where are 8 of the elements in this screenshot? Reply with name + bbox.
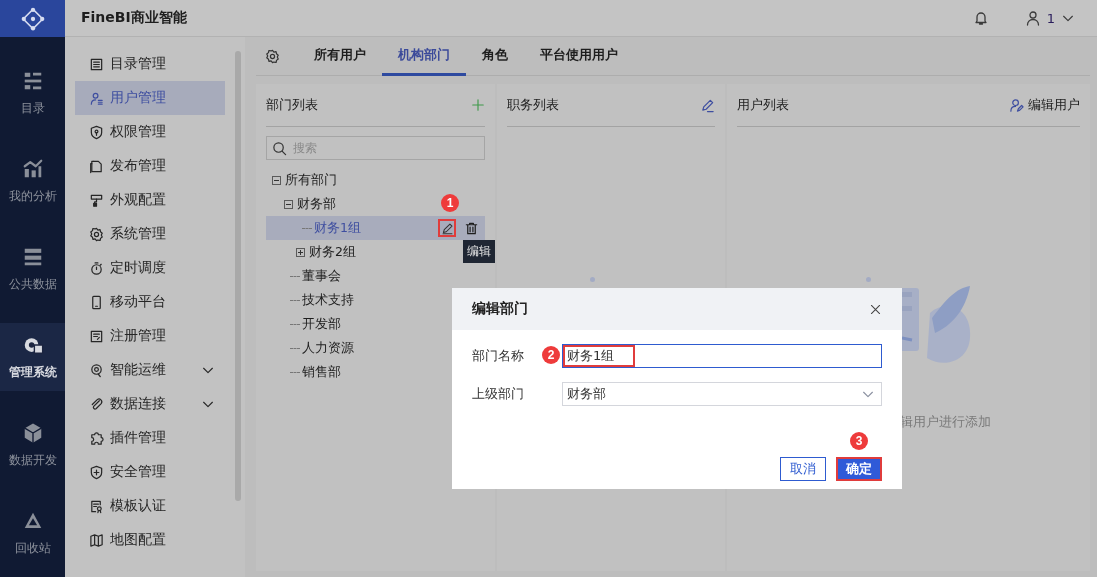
panel-title: 职务列表 — [507, 96, 559, 114]
dialog-title: 编辑部门 — [472, 300, 528, 318]
panel-title: 部门列表 — [266, 96, 318, 114]
field-label: 上级部门 — [472, 386, 524, 401]
app-title: FineBI商业智能 — [81, 9, 188, 27]
field-label: 部门名称 — [472, 348, 524, 363]
panel-title: 用户列表 — [737, 96, 789, 114]
tooltip: 编辑 — [463, 240, 495, 263]
